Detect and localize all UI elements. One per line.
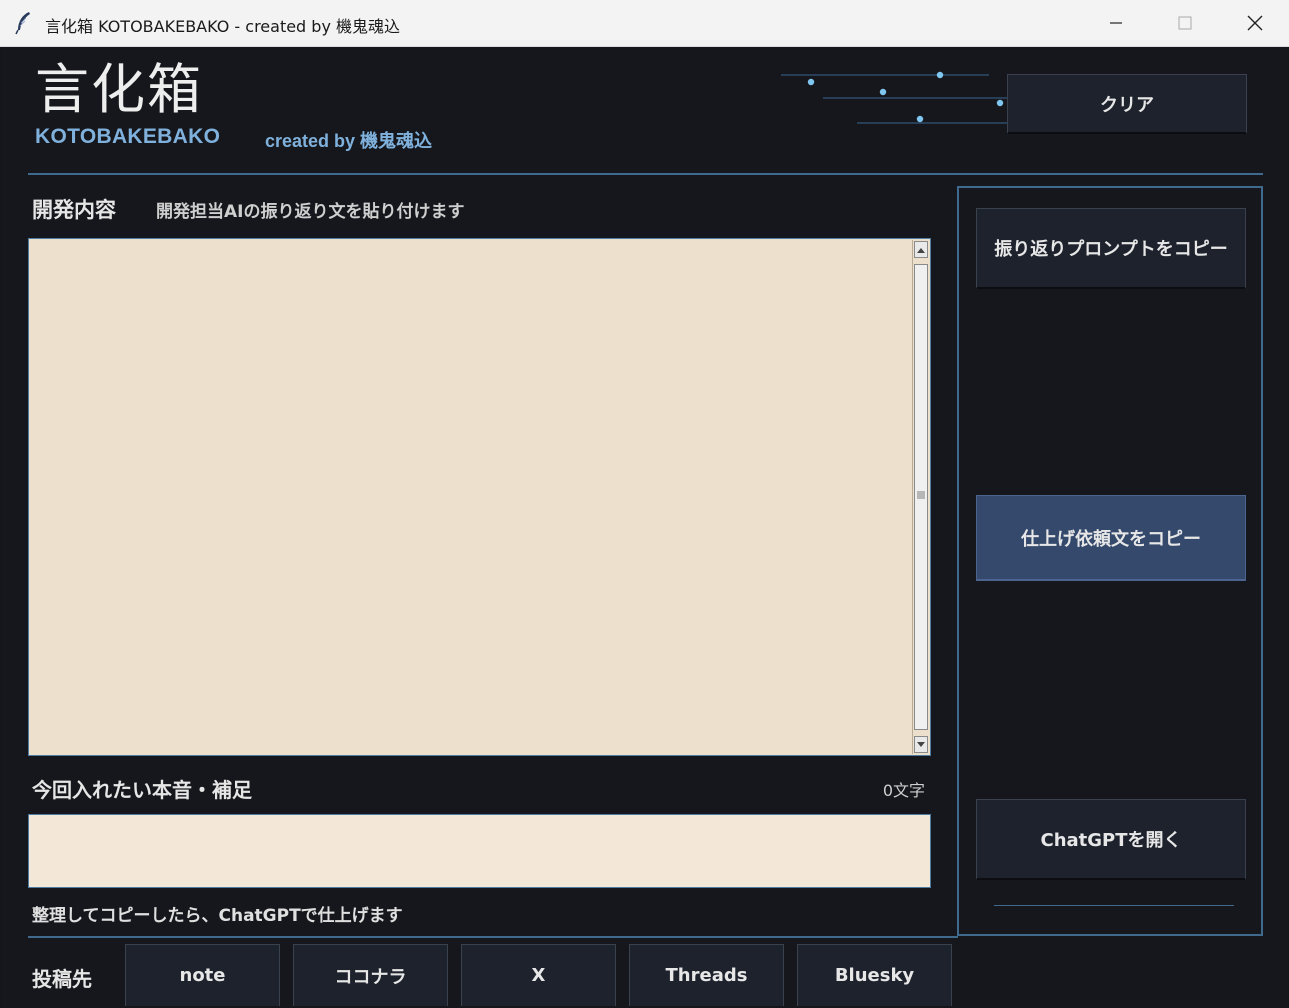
app-logo: 言化箱 xyxy=(35,58,203,121)
header-divider xyxy=(28,173,1263,175)
open-chatgpt-button[interactable]: ChatGPTを開く xyxy=(976,799,1246,880)
char-count: 0文字 xyxy=(882,781,925,800)
note-section-title: 今回入れたい本音・補足 xyxy=(32,778,252,802)
dev-section-title: 開発内容 xyxy=(32,198,116,222)
dev-section-description: 開発担当AIの振り返り文を貼り付けます xyxy=(156,202,465,222)
hint-text: 整理してコピーしたら、ChatGPTで仕上げます xyxy=(32,906,403,926)
arrow-down-icon xyxy=(917,741,925,747)
window-title: 言化箱 KOTOBAKEBAKO - created by 機鬼魂込 xyxy=(45,17,401,36)
scroll-up-button[interactable] xyxy=(914,241,928,258)
post-coconala-button[interactable]: ココナラ xyxy=(293,944,448,1006)
panel-divider xyxy=(994,905,1234,906)
credit-text: created by 機鬼魂込 xyxy=(265,131,433,151)
app-logo-subtitle: KOTOBAKEBAKO xyxy=(35,125,221,148)
maximize-button[interactable] xyxy=(1150,0,1220,46)
window-titlebar[interactable]: 言化箱 KOTOBAKEBAKO - created by 機鬼魂込 xyxy=(0,0,1289,47)
post-bluesky-button[interactable]: Bluesky xyxy=(797,944,952,1006)
action-panel: 振り返りプロンプトをコピー 仕上げ依頼文をコピー ChatGPTを開く xyxy=(957,186,1263,936)
post-target-label: 投稿先 xyxy=(32,967,92,991)
clear-button[interactable]: クリア xyxy=(1007,74,1247,134)
scroll-thumb[interactable] xyxy=(914,264,928,730)
note-input[interactable] xyxy=(28,814,931,888)
footer-divider xyxy=(28,936,958,938)
maximize-icon xyxy=(1178,16,1192,30)
decorative-lines-icon xyxy=(781,71,1007,124)
copy-finish-request-button[interactable]: 仕上げ依頼文をコピー xyxy=(976,495,1246,581)
close-icon xyxy=(1247,15,1263,31)
close-button[interactable] xyxy=(1220,0,1289,46)
post-threads-button[interactable]: Threads xyxy=(629,944,784,1006)
app-window: 言化箱 KOTOBAKEBAKO created by 機鬼魂込 クリア 開発内… xyxy=(1,47,1288,1008)
arrow-up-icon xyxy=(917,247,925,253)
grip-icon xyxy=(917,491,925,499)
post-x-button[interactable]: X xyxy=(461,944,616,1006)
dev-textarea-scrollbar[interactable] xyxy=(912,240,929,754)
minimize-button[interactable] xyxy=(1081,0,1151,46)
copy-reflection-prompt-button[interactable]: 振り返りプロンプトをコピー xyxy=(976,208,1246,289)
post-note-button[interactable]: note xyxy=(125,944,280,1006)
scroll-down-button[interactable] xyxy=(914,736,928,753)
dev-content-textarea[interactable] xyxy=(28,238,931,756)
feather-icon xyxy=(15,12,30,35)
minimize-icon xyxy=(1110,22,1122,24)
